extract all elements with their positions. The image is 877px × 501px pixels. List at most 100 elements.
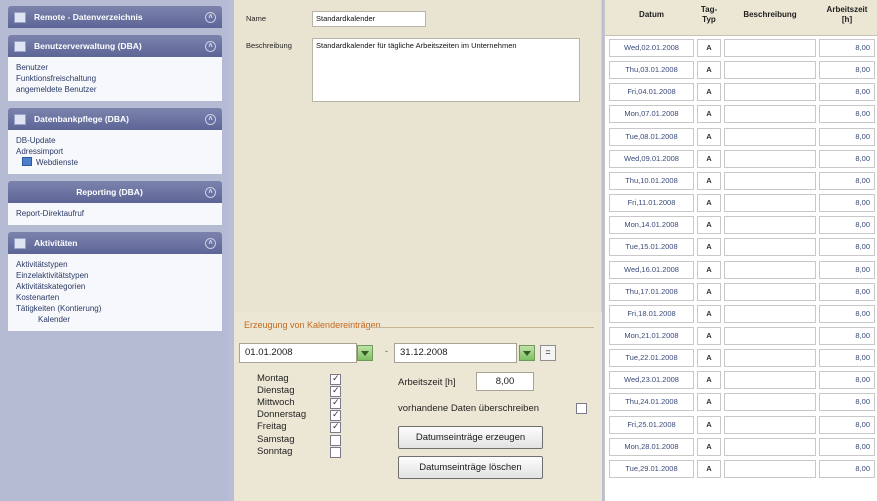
cell-tag-typ[interactable]: A: [697, 39, 721, 57]
cell-date[interactable]: Thu,10.01.2008: [609, 171, 694, 190]
cell-beschreibung[interactable]: [724, 415, 816, 434]
cell-arbeitszeit[interactable]: 8,00: [819, 260, 875, 279]
cell-beschreibung[interactable]: [724, 194, 816, 213]
table-row[interactable]: Fri,18.01.2008 A 8,00: [605, 303, 877, 325]
cell-date[interactable]: Fri,25.01.2008: [609, 415, 694, 434]
sidebar-item-kostenarten[interactable]: Kostenarten: [16, 292, 214, 303]
worktime-field[interactable]: 8,00: [476, 372, 534, 391]
table-row[interactable]: Thu,17.01.2008 A 8,00: [605, 281, 877, 303]
cell-arbeitszeit[interactable]: 8,00: [819, 415, 875, 434]
cell-beschreibung[interactable]: [724, 393, 816, 412]
collapse-icon[interactable]: ˄: [205, 113, 216, 125]
name-field[interactable]: Standardkalender: [312, 11, 426, 27]
panel-aktivitaeten-header[interactable]: Aktivitäten ˄: [8, 232, 222, 254]
panel-datenbankpflege-header[interactable]: Datenbankpflege (DBA) ˄: [8, 108, 222, 130]
cell-tag-typ[interactable]: A: [697, 61, 721, 80]
cell-arbeitszeit[interactable]: 8,00: [819, 459, 875, 478]
table-row[interactable]: Thu,03.01.2008 A 8,00: [605, 59, 877, 81]
cell-arbeitszeit[interactable]: 8,00: [819, 282, 875, 301]
cell-beschreibung[interactable]: [724, 61, 816, 80]
cell-tag-typ[interactable]: A: [697, 260, 721, 279]
cell-tag-typ[interactable]: A: [697, 127, 721, 146]
cell-arbeitszeit[interactable]: 8,00: [819, 216, 875, 235]
table-row[interactable]: Thu,24.01.2008 A 8,00: [605, 391, 877, 413]
collapse-icon[interactable]: ˄: [205, 40, 216, 52]
cell-beschreibung[interactable]: [724, 349, 816, 368]
table-row[interactable]: Mon,21.01.2008 A 8,00: [605, 325, 877, 347]
cell-tag-typ[interactable]: A: [697, 326, 721, 345]
collapse-icon[interactable]: ˄: [205, 11, 216, 23]
panel-benutzerverwaltung-header[interactable]: Benutzerverwaltung (DBA) ˄: [8, 35, 222, 57]
cell-date[interactable]: Thu,17.01.2008: [609, 282, 694, 301]
from-date-field[interactable]: 01.01.2008: [239, 343, 357, 363]
cell-date[interactable]: Tue,08.01.2008: [609, 127, 694, 146]
cell-date[interactable]: Tue,22.01.2008: [609, 349, 694, 368]
column-header-datum[interactable]: Datum: [609, 10, 694, 20]
cell-tag-typ[interactable]: A: [697, 459, 721, 478]
sidebar-item-taetigkeiten[interactable]: Tätigkeiten (Kontierung): [16, 303, 214, 314]
sidebar-item-kalender[interactable]: Kalender: [16, 314, 214, 325]
description-field[interactable]: Standardkalender für tägliche Arbeitszei…: [312, 38, 580, 102]
sidebar-item-angemeldete-benutzer[interactable]: angemeldete Benutzer: [16, 84, 214, 95]
cell-tag-typ[interactable]: A: [697, 171, 721, 190]
cell-beschreibung[interactable]: [724, 216, 816, 235]
weekday-checkbox-freitag[interactable]: [330, 421, 341, 433]
collapse-icon[interactable]: ˄: [205, 186, 216, 198]
cell-beschreibung[interactable]: [724, 83, 816, 102]
column-header-beschreibung[interactable]: Beschreibung: [724, 10, 816, 20]
cell-beschreibung[interactable]: [724, 371, 816, 390]
cell-beschreibung[interactable]: [724, 437, 816, 456]
table-row[interactable]: Fri,11.01.2008 A 8,00: [605, 192, 877, 214]
weekday-checkbox-samstag[interactable]: [330, 435, 341, 446]
weekday-checkbox-sonntag[interactable]: [330, 447, 341, 458]
cell-date[interactable]: Tue,29.01.2008: [609, 459, 694, 478]
cell-date[interactable]: Fri,04.01.2008: [609, 83, 694, 102]
table-row[interactable]: Tue,22.01.2008 A 8,00: [605, 347, 877, 369]
create-entries-button[interactable]: Datumseinträge erzeugen: [398, 426, 543, 449]
cell-beschreibung[interactable]: [724, 326, 816, 345]
cell-tag-typ[interactable]: A: [697, 415, 721, 434]
to-date-field[interactable]: 31.12.2008: [394, 343, 517, 363]
collapse-icon[interactable]: ˄: [205, 237, 216, 249]
cell-tag-typ[interactable]: A: [697, 105, 721, 124]
cell-tag-typ[interactable]: A: [697, 304, 721, 323]
panel-remote-header[interactable]: Remote - Datenverzeichnis ˄: [8, 6, 222, 28]
sidebar-item-funktionsfreischaltung[interactable]: Funktionsfreischaltung: [16, 73, 214, 84]
cell-date[interactable]: Mon,14.01.2008: [609, 216, 694, 235]
cell-date[interactable]: Mon,28.01.2008: [609, 437, 694, 456]
sidebar-item-benutzer[interactable]: Benutzer: [16, 62, 214, 73]
cell-tag-typ[interactable]: A: [697, 149, 721, 168]
cell-arbeitszeit[interactable]: 8,00: [819, 171, 875, 190]
weekday-checkbox-montag[interactable]: [330, 373, 341, 385]
cell-date[interactable]: Mon,21.01.2008: [609, 326, 694, 345]
cell-date[interactable]: Wed,23.01.2008: [609, 371, 694, 390]
column-header-arbeitszeit[interactable]: Arbeitszeit [h]: [817, 5, 877, 25]
cell-date[interactable]: Thu,24.01.2008: [609, 393, 694, 412]
panel-reporting-header[interactable]: Reporting (DBA) ˄: [8, 181, 222, 203]
sidebar-item-report-direktaufruf[interactable]: Report-Direktaufruf: [16, 208, 214, 219]
sidebar-item-einzelaktivitaetstypen[interactable]: Einzelaktivitätstypen: [16, 270, 214, 281]
cell-date[interactable]: Wed,02.01.2008: [609, 39, 694, 57]
sidebar-item-aktivitaetskategorien[interactable]: Aktivitätskategorien: [16, 281, 214, 292]
cell-beschreibung[interactable]: [724, 127, 816, 146]
cell-tag-typ[interactable]: A: [697, 83, 721, 102]
table-row[interactable]: Tue,29.01.2008 A 8,00: [605, 458, 877, 480]
cell-arbeitszeit[interactable]: 8,00: [819, 349, 875, 368]
weekday-checkbox-dienstag[interactable]: [330, 385, 341, 397]
table-row[interactable]: Thu,10.01.2008 A 8,00: [605, 170, 877, 192]
table-row[interactable]: Mon,28.01.2008 A 8,00: [605, 436, 877, 458]
cell-arbeitszeit[interactable]: 8,00: [819, 194, 875, 213]
weekday-checkbox-mittwoch[interactable]: [330, 397, 341, 409]
cell-tag-typ[interactable]: A: [697, 393, 721, 412]
sidebar-item-webdienste[interactable]: Webdienste: [16, 157, 214, 168]
cell-tag-typ[interactable]: A: [697, 238, 721, 257]
cell-beschreibung[interactable]: [724, 238, 816, 257]
table-row[interactable]: Wed,16.01.2008 A 8,00: [605, 259, 877, 281]
from-date-picker-button[interactable]: [357, 345, 373, 361]
to-date-picker-button[interactable]: [519, 345, 535, 361]
cell-arbeitszeit[interactable]: 8,00: [819, 437, 875, 456]
cell-beschreibung[interactable]: [724, 304, 816, 323]
sidebar-item-aktivitaetstypen[interactable]: Aktivitätstypen: [16, 259, 214, 270]
cell-date[interactable]: Fri,11.01.2008: [609, 194, 694, 213]
overwrite-checkbox[interactable]: [576, 403, 587, 414]
